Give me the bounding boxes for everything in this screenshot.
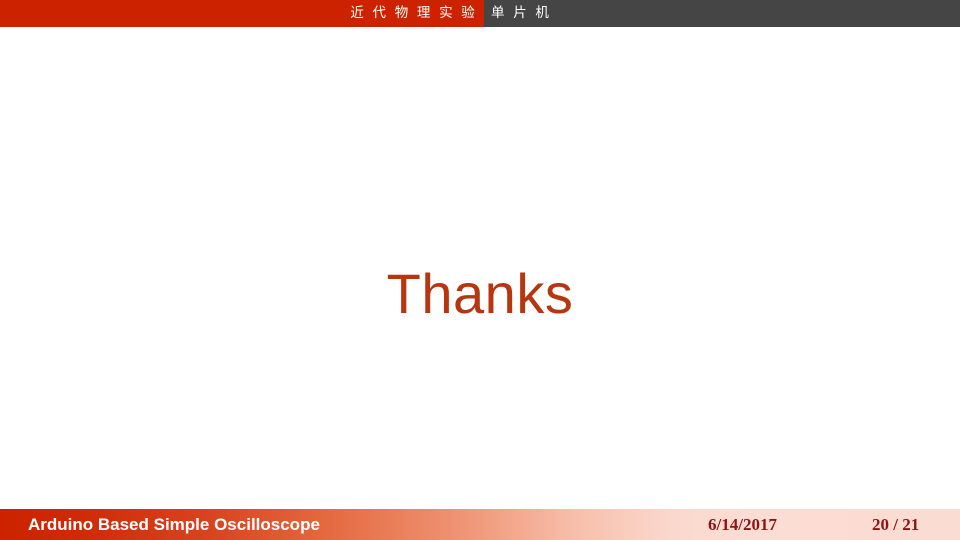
footer-page-number: 20 / 21 [872,515,920,534]
nav-section-label: 单 片 机 [491,5,552,21]
nav-section-label: 近 代 物 理 实 验 [350,5,477,21]
presentation-slide: 近 代 物 理 实 验 单 片 机 Thanks Arduino Based S… [0,0,960,540]
nav-section-microcontroller[interactable]: 单 片 机 [484,0,551,27]
slide-header-nav: 近 代 物 理 实 验 单 片 机 [0,0,960,27]
footer-date: 6/14/2017 [708,515,777,534]
slide-footer: Arduino Based Simple Oscilloscope 6/14/2… [0,509,960,540]
page-title: Thanks [386,262,574,325]
footer-deck-title: Arduino Based Simple Oscilloscope [28,515,320,534]
slide-content-area: Thanks [0,27,960,509]
nav-section-modern-physics-experiment[interactable]: 近 代 物 理 实 验 [0,0,484,27]
